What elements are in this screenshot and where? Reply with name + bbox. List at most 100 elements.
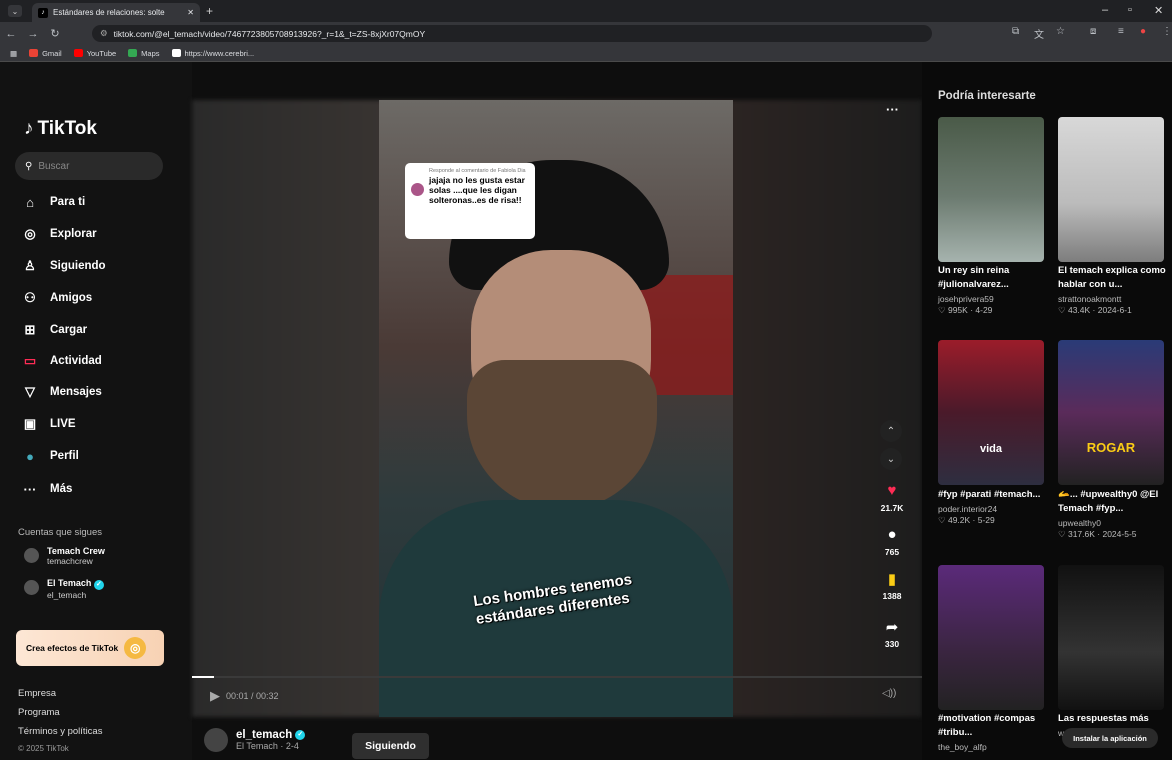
recommendations-title: Podría interesarte [938,90,1036,102]
install-app-button[interactable]: Instalar la aplicación [1062,728,1158,748]
like-button[interactable]: ♥ 21.7K [872,482,912,513]
bookmarks-bar: ▦ Gmail YouTube Maps https://www.cerebri… [0,45,1172,62]
following-item-temachcrew[interactable]: Temach Crew temachcrew [24,546,105,566]
share-button[interactable]: ➦ 330 [872,618,912,649]
avatar [24,580,39,595]
play-icon[interactable]: ▶ [210,688,220,704]
volume-icon[interactable]: ◁)) [882,688,896,699]
comment-icon: ● [887,526,897,543]
following-button[interactable]: Siguiendo [352,733,429,759]
recommendations-pane: Podría interesarte Un rey sin reina #jul… [922,62,1172,760]
commenter-avatar [411,183,424,196]
recommended-video-thumbnail[interactable] [1058,117,1164,262]
sidebar: ♪ TikTok ⚲ Buscar ⌂ Para ti ◎ Explorar ♙ Sigu… [0,62,192,760]
menu-icon[interactable]: ⋮ [1162,26,1172,37]
reload-icon[interactable]: ↻ [44,27,66,40]
avatar [204,728,228,752]
avatar [24,548,39,563]
reading-list-icon[interactable]: ≡ [1118,26,1124,37]
verified-icon: ✓ [295,730,306,740]
heart-icon: ♥ [887,482,897,499]
close-tab-icon[interactable]: ✕ [187,8,194,17]
new-tab-button[interactable]: + [206,4,213,18]
previous-video-button[interactable]: ⌃ [880,420,902,442]
restore-button[interactable]: ▫ [1128,4,1132,16]
video-time: 00:01 / 00:32 [226,691,279,701]
profile-avatar-icon[interactable]: ● [1140,26,1146,37]
home-icon: ⌂ [26,194,34,210]
url-field[interactable]: ⚙ tiktok.com/@el_temach/video/7467723805… [92,25,932,42]
recommended-card-info: El temach explica como hablar con u... st… [1058,265,1166,315]
nav-siguiendo[interactable]: ♙ Siguiendo [22,258,105,274]
recommended-video-thumbnail[interactable]: vida [938,340,1044,485]
address-bar-row: ← → ↻ ⚙ tiktok.com/@el_temach/video/7467… [0,22,1172,45]
save-button[interactable]: ▮ 1388 [872,570,912,601]
nav-cargar[interactable]: ⊞ Cargar [22,322,88,338]
share-icon: ➦ [885,619,899,636]
recommended-card-info: 🫴... #upwealthy0 @El Temach #fyp... upwea… [1058,489,1159,539]
tiktok-note-icon: ♪ [24,118,34,139]
tiktok-logo[interactable]: ♪ TikTok [24,118,97,140]
recommended-video-thumbnail[interactable] [938,565,1044,710]
maps-icon [128,49,138,57]
site-info-icon[interactable]: ⚙ [100,28,108,39]
next-video-button[interactable]: ⌄ [880,448,902,470]
recommended-card-info: Un rey sin reina #julionalvarez... josehp… [938,265,1010,315]
nav-mas[interactable]: ··· Más [22,481,73,497]
gmail-icon [29,49,39,57]
bookmark-maps[interactable]: Maps [128,49,160,58]
recommended-card-info: #motivation #compas #tribu... the_boy_alf… [938,713,1036,752]
video-frame-detail [467,360,657,510]
verified-icon: ✓ [93,580,104,590]
recommended-video-thumbnail[interactable] [938,117,1044,262]
nav-para-ti[interactable]: ⌂ Para ti [22,194,85,210]
forward-icon[interactable]: → [22,28,44,40]
search-input[interactable]: ⚲ Buscar [15,152,163,180]
cast-icon[interactable]: ⧉ [1012,26,1019,37]
close-window-button[interactable]: ✕ [1154,4,1163,17]
nav-live[interactable]: ▣ LIVE [22,416,76,432]
browser-tab[interactable]: ♪ Estándares de relaciones: solte ✕ [32,3,200,22]
minimize-button[interactable]: – [1102,4,1108,16]
reply-comment-sticker: Responde al comentario de Fabiola Dia ja… [405,163,535,239]
nav-amigos[interactable]: ⚇ Amigos [22,290,92,306]
create-effects-banner[interactable]: Crea efectos de TikTok ◎ [16,630,164,666]
footer-empresa[interactable]: Empresa [18,688,56,699]
tab-title: Estándares de relaciones: solte [53,8,165,17]
apps-grid-icon[interactable]: ▦ [10,49,17,58]
comment-button[interactable]: ● 765 [872,526,912,557]
back-icon[interactable]: ← [0,28,22,40]
bookmark-gmail[interactable]: Gmail [29,49,62,58]
video-progress-bar[interactable] [192,676,922,678]
bookmark-youtube[interactable]: YouTube [73,49,116,58]
friends-icon: ⚇ [24,290,36,305]
video-author[interactable]: el_temach ✓ El Temach · 2-4 [204,728,306,752]
more-icon: ··· [23,481,37,497]
live-icon: ▣ [23,416,37,431]
footer-copyright: © 2025 TikTok [18,744,69,753]
translate-icon[interactable]: 文 [1034,26,1044,41]
url-text: tiktok.com/@el_temach/video/746772380570… [113,28,426,39]
following-item-el-temach[interactable]: El Temach ✓ el_temach [24,578,104,600]
compass-icon: ◎ [24,226,36,241]
video-feed: Responde al comentario de Fabiola Dia ja… [192,62,922,760]
effects-icon: ◎ [124,637,147,659]
tab-search-button[interactable]: ⌄ [8,5,22,17]
recommended-video-thumbnail[interactable]: ROGAR [1058,340,1164,485]
bookmark-star-icon[interactable]: ☆ [1056,26,1065,37]
more-options-icon[interactable]: ··· [886,102,899,117]
nav-perfil[interactable]: ● Perfil [22,448,79,464]
nav-actividad[interactable]: ▭ Actividad [22,353,102,369]
following-icon: ♙ [24,258,36,273]
recommended-video-thumbnail[interactable] [1058,565,1164,710]
footer-programa[interactable]: Programa [18,707,60,718]
playback-controls: ▶ 00:01 / 00:32 [210,688,279,704]
activity-icon: ▭ [23,353,37,368]
bookmark-cerebri[interactable]: https://www.cerebri... [171,49,254,58]
video-player[interactable]: Responde al comentario de Fabiola Dia ja… [379,100,733,717]
footer-terminos[interactable]: Términos y políticas [18,726,102,737]
nav-explorar[interactable]: ◎ Explorar [22,226,96,242]
recommended-card-info: #fyp #parati #temach... poder.interior24 ♡… [938,489,1041,525]
extensions-icon[interactable]: ⧈ [1090,26,1096,37]
nav-mensajes[interactable]: ▽ Mensajes [22,384,102,400]
